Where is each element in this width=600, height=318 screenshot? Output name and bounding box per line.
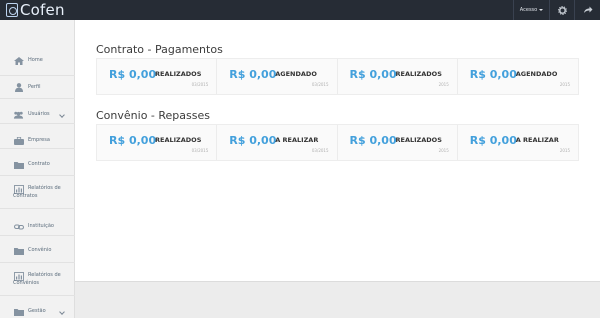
stat-card: R$ 0,00 AGENDADO 03/2015 xyxy=(217,59,338,94)
stat-value: R$ 0,00 xyxy=(229,68,277,81)
divider xyxy=(0,75,75,76)
top-navbar: Cofen Acesso xyxy=(0,0,600,20)
sidebar-item-perfil[interactable]: Perfil xyxy=(0,83,75,92)
stat-value: R$ 0,00 xyxy=(349,134,397,147)
stat-period: 03/2015 xyxy=(311,82,329,87)
acesso-dropdown[interactable]: Acesso xyxy=(513,0,550,20)
sidebar-item-convenio[interactable]: Convênio xyxy=(0,246,75,255)
stat-value: R$ 0,00 xyxy=(469,68,517,81)
user-icon xyxy=(13,83,24,92)
stat-value: R$ 0,00 xyxy=(349,68,397,81)
section-title-convenio-repasses: Convênio - Repasses xyxy=(96,109,210,122)
gestao-icon xyxy=(13,307,24,316)
stat-status: AGENDADO xyxy=(275,70,317,78)
sidebar-item-label-line2: Convênios xyxy=(13,280,39,286)
users-icon xyxy=(13,110,24,119)
folder-icon xyxy=(13,160,24,169)
divider xyxy=(0,262,75,263)
sidebar-item-label: Perfil xyxy=(28,84,41,90)
cofen-logo[interactable]: Cofen xyxy=(6,1,65,19)
sidebar-item-relatorios-contratos[interactable]: Relatórios de Contratos xyxy=(0,185,75,201)
section-title-contrato-pagamentos: Contrato - Pagamentos xyxy=(96,43,223,56)
sidebar-item-label: Instituição xyxy=(28,223,54,229)
sidebar-item-usuarios[interactable]: Usuários xyxy=(0,110,75,119)
folder-icon xyxy=(13,246,24,255)
sidebar-item-empresa[interactable]: Empresa xyxy=(0,136,75,145)
divider xyxy=(0,235,75,236)
divider xyxy=(0,295,75,296)
chevron-down-icon xyxy=(59,111,65,118)
briefcase-icon xyxy=(13,136,24,145)
sidebar-item-label: Convênio xyxy=(28,247,52,253)
stat-period: 2015 xyxy=(559,82,570,87)
sidebar-item-instituicao[interactable]: Instituição xyxy=(0,222,75,231)
stat-card: R$ 0,00 A REALIZAR 2015 xyxy=(458,125,578,160)
stat-period: 03/2015 xyxy=(311,148,329,153)
stat-status: REALIZADOS xyxy=(395,70,442,78)
gear-icon xyxy=(557,5,567,15)
share-arrow-icon xyxy=(583,6,592,13)
acesso-label: Acesso xyxy=(519,7,538,13)
stat-period: 2015 xyxy=(438,82,449,87)
caret-down-icon xyxy=(539,9,544,11)
settings-button[interactable] xyxy=(550,0,575,20)
stat-card: R$ 0,00 A REALIZAR 03/2015 xyxy=(217,125,338,160)
divider xyxy=(0,175,75,176)
sidebar-item-label: Usuários xyxy=(28,111,50,117)
stat-card: R$ 0,00 REALIZADOS 2015 xyxy=(338,59,458,94)
stat-value: R$ 0,00 xyxy=(109,68,157,81)
stat-card: R$ 0,00 AGENDADO 2015 xyxy=(458,59,578,94)
stat-period: 2015 xyxy=(559,148,570,153)
chevron-down-icon xyxy=(59,308,65,315)
sidebar-item-label: Contrato xyxy=(28,161,50,167)
sidebar-item-label: Gestão xyxy=(28,308,46,314)
stat-period: 03/2015 xyxy=(191,82,209,87)
stat-card: R$ 0,00 REALIZADOS 2015 xyxy=(338,125,458,160)
home-icon xyxy=(13,56,24,65)
sidebar-item-contrato[interactable]: Contrato xyxy=(0,160,75,169)
contrato-pagamentos-cards: R$ 0,00 REALIZADOS 03/2015 R$ 0,00 AGEND… xyxy=(96,58,579,95)
logout-button[interactable] xyxy=(575,0,600,20)
stat-card: R$ 0,00 REALIZADOS 03/2015 xyxy=(97,59,218,94)
stat-period: 2015 xyxy=(438,148,449,153)
divider xyxy=(0,98,75,99)
stat-status: AGENDADO xyxy=(515,70,558,78)
stat-status: A REALIZAR xyxy=(275,136,319,144)
stat-period: 03/2015 xyxy=(191,148,209,153)
sidebar-item-label-line2: Contratos xyxy=(13,193,38,199)
sidebar-item-relatorios-convenios[interactable]: Relatórios de Convênios xyxy=(0,272,75,288)
link-icon xyxy=(13,222,24,231)
divider xyxy=(0,123,75,124)
sidebar-item-label: Relatórios de xyxy=(28,185,61,191)
logo-emblem-icon xyxy=(6,3,18,17)
logo-text: Cofen xyxy=(20,1,65,19)
sidebar-item-gestao[interactable]: Gestão xyxy=(0,307,75,316)
stat-value: R$ 0,00 xyxy=(229,134,277,147)
divider xyxy=(0,208,75,209)
sidebar-item-label: Relatórios de xyxy=(28,272,61,278)
stat-card: R$ 0,00 REALIZADOS 03/2015 xyxy=(97,125,218,160)
stat-status: A REALIZAR xyxy=(515,136,559,144)
stat-status: REALIZADOS xyxy=(155,70,202,78)
sidebar-item-label: Home xyxy=(28,57,43,63)
stat-value: R$ 0,00 xyxy=(109,134,157,147)
sidebar: Home Perfil Usuários Empresa Contrato Re xyxy=(0,20,75,318)
sidebar-item-label: Empresa xyxy=(28,137,50,143)
stat-status: REALIZADOS xyxy=(155,136,202,144)
stat-status: REALIZADOS xyxy=(395,136,442,144)
stat-value: R$ 0,00 xyxy=(469,134,517,147)
main-content: Contrato - Pagamentos R$ 0,00 REALIZADOS… xyxy=(75,20,600,282)
sidebar-item-home[interactable]: Home xyxy=(0,56,75,65)
convenio-repasses-cards: R$ 0,00 REALIZADOS 03/2015 R$ 0,00 A REA… xyxy=(96,124,579,161)
divider xyxy=(0,148,75,149)
